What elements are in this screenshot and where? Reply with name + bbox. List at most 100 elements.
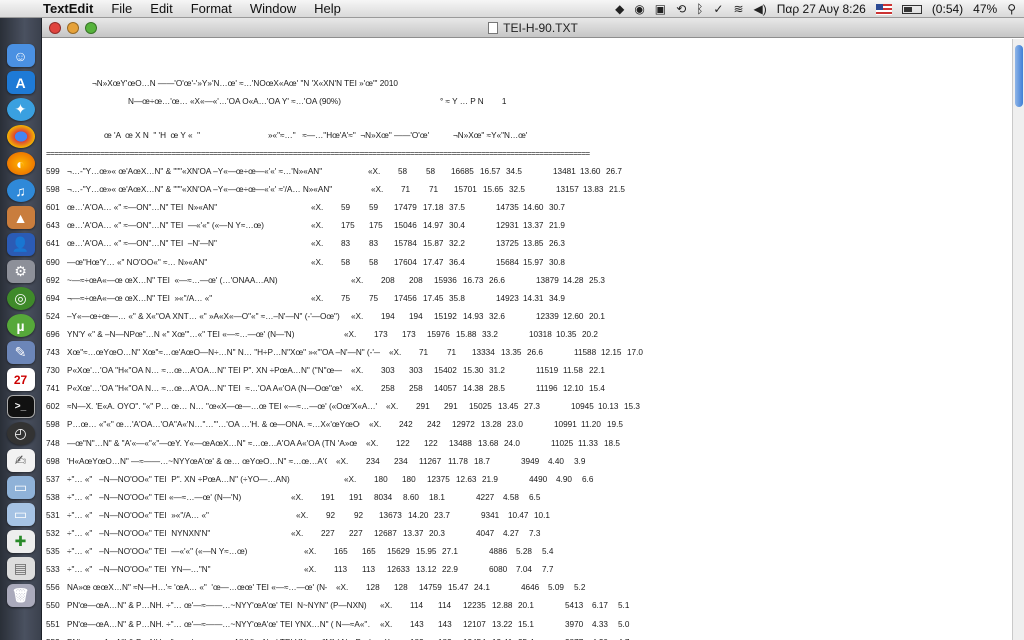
cell-code: 698 — [46, 456, 60, 466]
utorrent-icon[interactable]: µ — [6, 314, 35, 337]
cell-e: 26.6 — [489, 275, 505, 285]
cell-name: ¬—≈÷œA«—œ œX…N" TEI »«"/A… «" — [67, 293, 213, 303]
table-row: 599 ¬…-"Y…œ»« œ'AœX…N" & """«XN'OA –Y«—œ÷… — [46, 167, 996, 179]
cell-e: 22.9 — [442, 565, 458, 575]
applications-folder-icon[interactable]: ▭ — [6, 476, 35, 499]
battery-icon[interactable] — [901, 4, 922, 14]
chrome-icon[interactable] — [6, 125, 35, 148]
cell-c: 15784 — [394, 239, 417, 249]
document-proxy-icon[interactable] — [488, 22, 499, 34]
cell-code: 551 — [46, 619, 60, 629]
other-icon[interactable]: ▤ — [6, 557, 35, 580]
cell-f: 14923 — [496, 293, 519, 303]
cell-h: 3.9 — [574, 456, 586, 466]
terminal-icon[interactable]: >_ — [6, 395, 35, 418]
cell-d: 12.63 — [456, 474, 477, 484]
textedit-icon[interactable]: ✍ — [6, 449, 35, 472]
app-store-icon[interactable]: A — [6, 71, 35, 94]
minimize-button[interactable] — [67, 21, 79, 34]
table-row: 538 ÷"… «" –N—NO'OO«" TEI «—≈…—œ' (N—'N) «… — [46, 493, 996, 505]
close-button[interactable] — [49, 21, 61, 34]
cell-name: ÷"… «" –N—NO'OO«" TEI «—≈…—œ' (N—'N) — [67, 492, 242, 502]
cell-c: 16685 — [451, 167, 474, 176]
timemachine-icon[interactable]: ⟲ — [676, 2, 686, 16]
growl-icon[interactable]: ◉ — [634, 2, 644, 16]
cell-f: 11519 — [536, 366, 559, 376]
web-icon[interactable]: ◎ — [6, 287, 35, 310]
calendar-icon[interactable]: 27 — [6, 368, 35, 391]
documents-folder-icon[interactable]: ▭ — [6, 503, 35, 526]
cell-h: 6.6 — [582, 474, 594, 484]
app-status-icon[interactable]: ▣ — [655, 2, 666, 16]
cell-h: 15.4 — [589, 384, 605, 394]
clock[interactable]: Παρ 27 Αυγ 8:26 — [777, 2, 866, 16]
system-prefs-icon[interactable]: ⚙ — [6, 260, 35, 283]
vertical-scrollbar[interactable] — [1012, 39, 1024, 640]
cell-e: 28.5 — [489, 384, 505, 394]
cell-a: 113 — [334, 565, 348, 575]
cell-h: 7.3 — [529, 529, 541, 538]
input-source-flag-icon[interactable] — [875, 3, 892, 15]
cell-d: 13.35 — [501, 348, 522, 357]
cell-d: 17.45 — [423, 293, 444, 303]
cell-g: 5.28 — [516, 547, 532, 557]
dashboard-icon[interactable]: ◴ — [6, 422, 35, 445]
preview-icon[interactable]: ✎ — [6, 341, 35, 364]
table-row: 532 ÷"… «" –N—NO'OO«" TEI NYNXN'N" «X. 227 2… — [46, 529, 996, 541]
cell-h: 21.9 — [549, 221, 565, 231]
cell-d: 17.47 — [423, 257, 444, 267]
cell-name: œ…'A'OA… «" ≈—ON"…N" TEI –N'—N" — [67, 239, 217, 249]
cell-h: 18.5 — [604, 438, 620, 448]
table-row: 535 ÷"… «" –N—NO'OO«" TEI —«'«" («—N Y≈…œ… — [46, 547, 996, 559]
wifi-icon[interactable]: ≋ — [733, 2, 743, 16]
table-row: 743 Xœ"≈…œYœO…N" Xœ"≈…œ'AœO—N÷…N" N… "H÷P… — [46, 348, 996, 360]
cell-name: P…œ… «"«" œ…'A'OA…'OA"A«'N…"…'"…'OA …'H.… — [67, 420, 360, 430]
cell-b: 258 — [409, 384, 423, 394]
trash-icon[interactable]: 🗑 — [6, 584, 35, 607]
itunes-icon[interactable]: ♫ — [6, 179, 35, 202]
cell-inst: «X. — [389, 348, 402, 357]
finder-icon[interactable]: ☺ — [6, 44, 35, 67]
battery-time[interactable]: (0:54) — [932, 2, 963, 16]
volume-icon[interactable]: ◀) — [754, 2, 767, 16]
menu-help[interactable]: Help — [305, 1, 350, 16]
spotlight-search-icon[interactable]: ⚲ — [1007, 2, 1016, 16]
menu-textedit[interactable]: TextEdit — [34, 1, 102, 16]
cell-code: 641 — [46, 239, 60, 249]
cell-code: 524 — [46, 311, 60, 321]
cell-a: 59 — [341, 203, 351, 213]
safari-icon[interactable]: ✦ — [6, 98, 35, 121]
cell-f: 11025 — [551, 438, 574, 448]
dropbox-icon[interactable]: ◆ — [615, 2, 624, 16]
sync-icon[interactable]: ✓ — [713, 2, 723, 16]
battery-percent[interactable]: 47% — [973, 2, 997, 16]
cell-c: 12375 — [427, 474, 450, 484]
cell-code: 643 — [46, 221, 60, 231]
cell-code: 531 — [46, 510, 60, 520]
cell-d: 11.78 — [448, 456, 468, 466]
title-bar[interactable]: TEI-H-90.TXT — [42, 18, 1024, 38]
menu-window[interactable]: Window — [241, 1, 305, 16]
people-icon[interactable]: 👤 — [6, 233, 35, 256]
menu-edit[interactable]: Edit — [141, 1, 181, 16]
document-text-area[interactable]: ¬N»XœY'œO…N ——'O'œ'-'»Y»'N…œ' ≈…'NOœX«Aœ… — [42, 39, 1012, 640]
utility-icon[interactable]: ✚ — [6, 530, 35, 553]
cell-code: 696 — [46, 329, 60, 339]
cell-f: 10991 — [554, 420, 577, 430]
cell-b: 180 — [402, 474, 416, 484]
cell-e: 24.1 — [474, 583, 490, 593]
cell-inst: «X. — [351, 311, 364, 321]
cell-a: 71 — [419, 348, 429, 357]
cell-code: 602 — [46, 402, 60, 412]
menu-file[interactable]: File — [102, 1, 141, 16]
firefox-icon[interactable]: ◐ — [6, 152, 35, 175]
cell-a: 303 — [381, 366, 395, 376]
textedit-window: TEI-H-90.TXT ¬N»XœY'œO…N ——'O'œ'-'»Y»'N…… — [42, 18, 1024, 640]
cell-g: 12.15 — [601, 348, 622, 357]
iphoto-icon[interactable]: ▲ — [6, 206, 35, 229]
scroll-thumb[interactable] — [1015, 45, 1023, 107]
bluetooth-icon[interactable]: ᛒ — [696, 2, 703, 16]
zoom-button[interactable] — [85, 21, 97, 34]
cell-d: 16.57 — [480, 167, 501, 176]
menu-format[interactable]: Format — [182, 1, 241, 16]
